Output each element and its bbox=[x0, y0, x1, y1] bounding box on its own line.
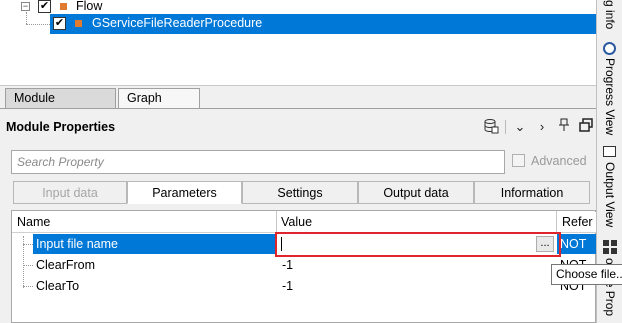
grid-tree-connector bbox=[23, 265, 33, 266]
procedure-checkbox[interactable]: ✔ bbox=[53, 17, 66, 30]
row-value-clearfrom[interactable]: -1 bbox=[282, 255, 293, 275]
search-property-input[interactable]: Search Property bbox=[11, 150, 505, 174]
column-header-name[interactable]: Name bbox=[17, 212, 275, 232]
sidebar-item-info[interactable]: g info bbox=[603, 0, 617, 29]
chevron-down-icon[interactable]: ⌄ bbox=[512, 118, 528, 136]
procedure-node-icon bbox=[75, 20, 82, 27]
tab-module-manager[interactable]: Module Manager bbox=[5, 88, 116, 124]
tab-output-data[interactable]: Output data bbox=[358, 181, 474, 204]
grid-tree-connector bbox=[23, 244, 33, 245]
column-header-value[interactable]: Value bbox=[281, 212, 556, 232]
pin-icon[interactable] bbox=[556, 118, 572, 136]
tab-parameters[interactable]: Parameters bbox=[127, 181, 242, 204]
tree-connector bbox=[26, 24, 50, 25]
row-name-clearfrom[interactable]: ClearFrom bbox=[36, 255, 95, 275]
tab-settings[interactable]: Settings bbox=[242, 181, 358, 204]
row-name-clearto[interactable]: ClearTo bbox=[36, 276, 79, 296]
module-properties-icon bbox=[603, 240, 617, 254]
column-header-reference[interactable]: Refer bbox=[562, 212, 596, 232]
collapse-icon[interactable]: − bbox=[21, 2, 30, 11]
restore-window-icon[interactable] bbox=[578, 118, 594, 136]
flow-node-icon bbox=[60, 3, 67, 10]
database-icon[interactable] bbox=[482, 118, 500, 136]
sidebar-item-progress-view[interactable]: Progress View bbox=[603, 58, 617, 135]
tab-graph-view[interactable]: Graph View bbox=[118, 88, 200, 124]
flow-tree: − ✔ Flow ✔ GServiceFileReaderProcedure bbox=[0, 0, 596, 86]
tab-information[interactable]: Information bbox=[474, 181, 590, 204]
progress-icon bbox=[603, 42, 616, 55]
tree-connector bbox=[26, 12, 27, 24]
row-name-input-file-name[interactable]: Input file name bbox=[36, 234, 118, 254]
row-ref-input-file-name: NOT S bbox=[560, 237, 587, 251]
advanced-checkbox[interactable] bbox=[512, 154, 525, 167]
flow-checkbox[interactable]: ✔ bbox=[38, 0, 51, 13]
toolbar-separator bbox=[505, 120, 506, 134]
highlight-box bbox=[275, 232, 561, 257]
column-divider bbox=[556, 211, 557, 232]
sidebar-item-output-view[interactable]: Output View bbox=[603, 162, 617, 227]
column-divider bbox=[276, 211, 277, 232]
choose-file-tooltip: Choose file... bbox=[551, 264, 622, 285]
tree-item-gservicefilereaderprocedure[interactable]: GServiceFileReaderProcedure bbox=[92, 16, 262, 30]
row-value-clearto[interactable]: -1 bbox=[282, 276, 293, 296]
tree-item-flow[interactable]: Flow bbox=[76, 0, 102, 13]
output-view-icon bbox=[603, 146, 616, 157]
chevron-right-icon[interactable]: › bbox=[534, 118, 550, 136]
grid-tree-connector bbox=[23, 286, 33, 287]
advanced-label: Advanced bbox=[531, 154, 587, 168]
panel-title: Module Properties bbox=[6, 120, 116, 134]
tab-input-data[interactable]: Input data bbox=[13, 181, 127, 204]
